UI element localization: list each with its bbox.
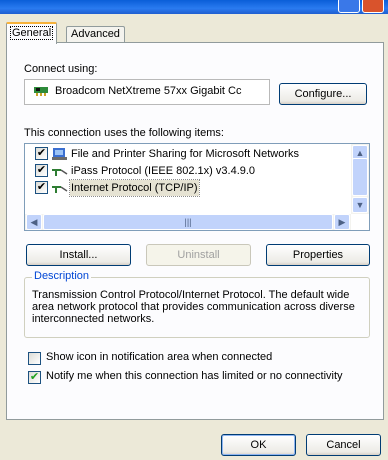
window-titlebar[interactable]	[0, 0, 388, 14]
uninstall-button-label: Uninstall	[177, 249, 220, 261]
show-icon-checkbox[interactable]	[28, 352, 41, 365]
items-label: This connection uses the following items…	[24, 127, 224, 139]
close-button[interactable]	[362, 0, 384, 13]
cancel-button[interactable]: Cancel	[306, 434, 381, 456]
notify-label[interactable]: Notify me when this connection has limit…	[46, 370, 343, 382]
ok-button[interactable]: OK	[221, 434, 296, 456]
item-label: iPass Protocol (IEEE 802.1x) v3.4.9.0	[71, 165, 256, 177]
properties-button[interactable]: Properties	[266, 244, 370, 266]
scroll-right-icon[interactable]: ▶	[334, 214, 350, 230]
help-button[interactable]	[338, 0, 360, 13]
notify-checkbox[interactable]: ✔	[28, 371, 41, 384]
scroll-thumb-horizontal[interactable]: |||	[43, 214, 333, 230]
description-legend: Description	[32, 270, 92, 282]
show-icon-label[interactable]: Show icon in notification area when conn…	[46, 351, 272, 363]
uninstall-button[interactable]: Uninstall	[146, 244, 251, 266]
adapter-name: Broadcom NetXtreme 57xx Gigabit Cc	[55, 85, 242, 97]
tab-advanced[interactable]: Advanced	[66, 26, 125, 43]
scroll-down-icon[interactable]: ▼	[352, 197, 368, 213]
network-protocol-icon	[52, 166, 68, 176]
item-checkbox[interactable]: ✔	[35, 164, 48, 177]
cancel-button-label: Cancel	[326, 439, 361, 451]
install-button-label: Install...	[59, 249, 98, 261]
tab-general[interactable]: General	[6, 22, 58, 44]
item-label-selected: Internet Protocol (TCP/IP)	[69, 179, 200, 197]
adapter-field: Broadcom NetXtreme 57xx Gigabit Cc	[24, 79, 270, 105]
horizontal-scrollbar[interactable]: ◀ ||| ▶	[25, 214, 351, 230]
install-button[interactable]: Install...	[26, 244, 131, 266]
tab-advanced-label: Advanced	[71, 28, 120, 40]
printer-share-icon	[52, 147, 68, 161]
item-checkbox[interactable]: ✔	[35, 147, 48, 160]
item-label: File and Printer Sharing for Microsoft N…	[71, 148, 300, 160]
ok-button-label: OK	[250, 439, 267, 451]
item-checkbox[interactable]: ✔	[35, 181, 48, 194]
network-card-icon	[34, 86, 48, 96]
items-list[interactable]: ✔ File and Printer Sharing for Microsoft…	[24, 143, 370, 231]
scroll-left-icon[interactable]: ◀	[26, 214, 42, 230]
connect-using-label: Connect using:	[24, 63, 98, 75]
configure-button[interactable]: Configure...	[279, 83, 367, 105]
configure-button-label: Configure...	[294, 88, 352, 100]
scroll-thumb[interactable]	[352, 158, 368, 196]
description-text: Transmission Control Protocol/Internet P…	[32, 289, 355, 325]
vertical-scrollbar[interactable]: ▲ ▼	[351, 144, 369, 214]
network-protocol-icon	[52, 183, 68, 193]
properties-button-label: Properties	[292, 249, 344, 261]
tab-general-label: General	[9, 26, 54, 40]
